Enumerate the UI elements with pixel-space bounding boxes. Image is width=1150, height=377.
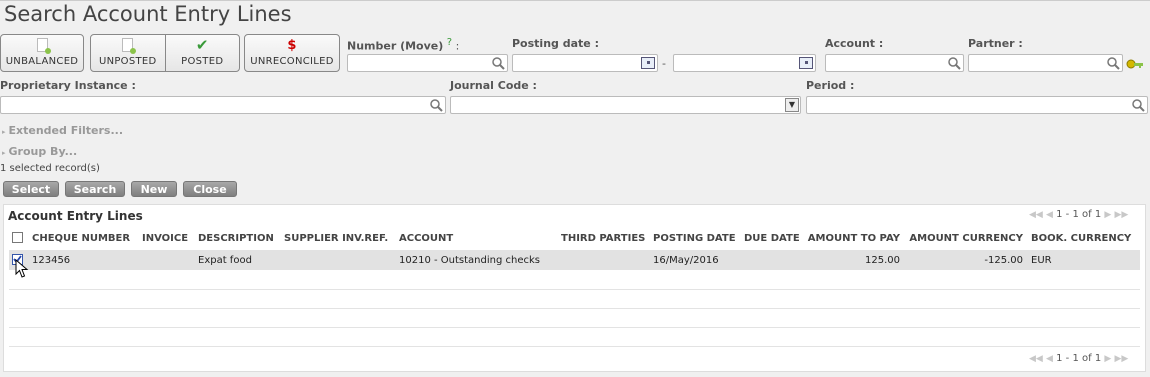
- row-divider: [9, 289, 1140, 290]
- date-range-separator: -: [662, 57, 666, 70]
- chevron-right-icon: ▸: [2, 149, 6, 157]
- chevron-right-icon: ▸: [2, 128, 6, 136]
- calendar-icon[interactable]: [641, 57, 655, 69]
- select-all-checkbox[interactable]: [12, 232, 23, 243]
- first-page-icon[interactable]: ◀◀: [1029, 210, 1043, 220]
- last-page-icon[interactable]: ▶▶: [1115, 210, 1129, 220]
- posted-filter-button[interactable]: ✔ POSTED: [164, 35, 240, 71]
- number-move-label: Number (Move) ? :: [347, 37, 460, 53]
- number-move-input[interactable]: [347, 54, 508, 72]
- unposted-filter-button[interactable]: UNPOSTED: [91, 35, 165, 71]
- next-page-icon[interactable]: ▶: [1104, 210, 1111, 220]
- search-icon[interactable]: [947, 56, 961, 70]
- column-header[interactable]: AMOUNT CURRENCY: [904, 233, 1023, 244]
- search-button[interactable]: Search: [65, 181, 125, 197]
- pager-text: 1 - 1 of 1: [1056, 353, 1102, 364]
- column-header[interactable]: DUE DATE: [744, 233, 800, 244]
- checkmark-icon: ✔: [195, 35, 209, 54]
- posting-date-to-input[interactable]: [673, 54, 816, 72]
- column-header[interactable]: DESCRIPTION: [198, 233, 274, 244]
- cell-cheque-number: 123456: [32, 255, 71, 266]
- column-header[interactable]: POSTING DATE: [653, 233, 736, 244]
- unbalanced-filter-button[interactable]: UNBALANCED: [1, 35, 83, 71]
- search-icon[interactable]: [1106, 56, 1120, 70]
- posting-date-label: Posting date :: [512, 37, 599, 50]
- unposted-filter-label: UNPOSTED: [98, 56, 157, 67]
- pager-bottom: ◀◀ ◀ 1 - 1 of 1 ▶ ▶▶: [1029, 353, 1128, 364]
- column-header[interactable]: SUPPLIER INV.REF.: [284, 233, 388, 244]
- account-label: Account :: [825, 37, 884, 50]
- pager-text: 1 - 1 of 1: [1056, 209, 1102, 220]
- list-title: Account Entry Lines: [8, 209, 143, 223]
- column-header[interactable]: BOOK. CURRENCY: [1031, 233, 1131, 244]
- document-icon: [36, 38, 51, 54]
- search-icon[interactable]: [429, 98, 443, 112]
- key-icon[interactable]: [1126, 58, 1144, 70]
- unreconciled-filter-label: UNRECONCILED: [250, 56, 334, 67]
- cell-amount-currency: -125.00: [984, 255, 1023, 266]
- cell-posting-date: 16/May/2016: [653, 255, 719, 266]
- column-header[interactable]: ACCOUNT: [399, 233, 453, 244]
- selected-records-count: 1 selected record(s): [0, 163, 100, 174]
- cell-book-currency: EUR: [1031, 255, 1052, 266]
- column-header[interactable]: THIRD PARTIES: [561, 233, 645, 244]
- cell-amount-to-pay: 125.00: [865, 255, 900, 266]
- row-divider: [9, 327, 1140, 328]
- cell-account: 10210 - Outstanding checks: [399, 255, 540, 266]
- pager-top: ◀◀ ◀ 1 - 1 of 1 ▶ ▶▶: [1029, 209, 1128, 220]
- posting-date-from-input[interactable]: [512, 54, 658, 72]
- close-button[interactable]: Close: [183, 181, 237, 197]
- previous-page-icon[interactable]: ◀: [1046, 354, 1053, 364]
- search-icon[interactable]: [491, 56, 505, 70]
- group-by-toggle[interactable]: ▸ Group By...: [2, 145, 77, 158]
- select-button[interactable]: Select: [3, 181, 59, 197]
- group-by-label: Group By...: [8, 145, 78, 158]
- period-label: Period :: [806, 79, 855, 92]
- unbalanced-filter-label: UNBALANCED: [5, 56, 79, 67]
- extended-filters-toggle[interactable]: ▸ Extended Filters...: [2, 124, 123, 137]
- posted-filter-label: POSTED: [181, 56, 224, 67]
- filter-group-balance: UNBALANCED: [0, 34, 84, 72]
- unreconciled-filter-button[interactable]: $ UNRECONCILED: [245, 35, 339, 71]
- account-input[interactable]: [825, 54, 964, 72]
- column-header[interactable]: INVOICE: [142, 233, 188, 244]
- row-divider: [9, 308, 1140, 309]
- partner-input[interactable]: [968, 54, 1123, 72]
- mouse-cursor-icon: [15, 259, 29, 278]
- previous-page-icon[interactable]: ◀: [1046, 210, 1053, 220]
- proprietary-instance-input[interactable]: [0, 96, 446, 114]
- period-input[interactable]: [806, 96, 1148, 114]
- column-header[interactable]: AMOUNT TO PAY: [800, 233, 900, 244]
- filter-group-reconcile: $ UNRECONCILED: [244, 34, 340, 72]
- filter-group-state: UNPOSTED ✔ POSTED: [90, 34, 240, 72]
- column-header[interactable]: CHEQUE NUMBER: [32, 233, 130, 244]
- proprietary-instance-label: Proprietary Instance :: [0, 79, 136, 92]
- partner-label: Partner :: [968, 37, 1023, 50]
- dollar-icon: $: [287, 37, 297, 53]
- cell-description: Expat food: [198, 255, 252, 266]
- first-page-icon[interactable]: ◀◀: [1029, 354, 1043, 364]
- row-divider: [9, 346, 1140, 347]
- search-icon[interactable]: [1131, 98, 1145, 112]
- document-icon: [122, 38, 137, 54]
- new-button[interactable]: New: [131, 181, 177, 197]
- calendar-icon[interactable]: [799, 57, 813, 69]
- chevron-down-icon[interactable]: ▼: [785, 98, 799, 112]
- extended-filters-label: Extended Filters...: [8, 124, 123, 137]
- top-border: [0, 0, 1150, 1]
- journal-code-label: Journal Code :: [450, 79, 537, 92]
- next-page-icon[interactable]: ▶: [1104, 354, 1111, 364]
- page-title: Search Account Entry Lines: [4, 2, 292, 26]
- journal-code-select[interactable]: ▼: [450, 96, 801, 114]
- last-page-icon[interactable]: ▶▶: [1115, 354, 1129, 364]
- help-icon[interactable]: ?: [447, 37, 452, 48]
